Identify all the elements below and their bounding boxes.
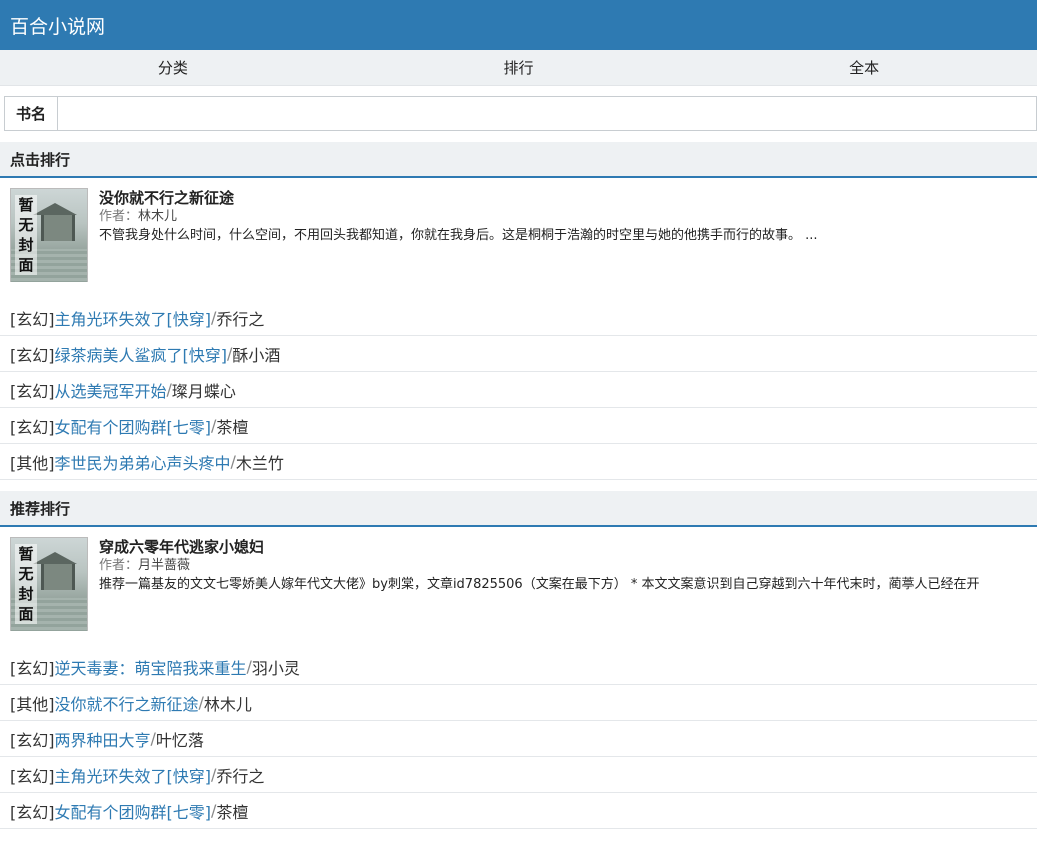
section-title-click-ranking: 点击排行 [0,142,1037,178]
nav-item-complete[interactable]: 全本 [691,50,1037,85]
list-item: [其他] 没你就不行之新征途 / 林木儿 [0,685,1037,721]
category-tag: [玄幻] [10,766,55,786]
book-title-link[interactable]: 两界种田大亨 [55,727,151,751]
list-item: [玄幻] 女配有个团购群[七零] / 茶檀 [0,408,1037,444]
list-item: [玄幻] 主角光环失效了[快穿] / 乔行之 [0,757,1037,793]
book-author: 茶檀 [216,417,249,437]
book-author: 茶檀 [216,802,249,822]
book-title-link[interactable]: 从选美冠军开始 [55,378,167,402]
featured-title[interactable]: 穿成六零年代逃家小媳妇 [99,537,1027,557]
cover-pavilion-body [41,215,75,241]
author-name: 林木儿 [138,209,178,224]
list-item: [玄幻] 绿茶病美人鲨疯了[快穿] / 酥小酒 [0,336,1037,372]
book-title-link[interactable]: 女配有个团购群[七零] [55,799,212,823]
category-tag: [玄幻] [10,730,55,750]
featured-book: 暂无封面 穿成六零年代逃家小媳妇 作者：月半蔷薇 推荐一篇基友的文文七零娇美人嫁… [0,527,1037,631]
list-item: [玄幻] 女配有个团购群[七零] / 茶檀 [0,793,1037,829]
main-nav: 分类 排行 全本 [0,50,1037,86]
book-title-link[interactable]: 主角光环失效了[快穿] [55,306,212,330]
cover-pavilion-roof [33,552,77,564]
book-author: 璨月蝶心 [171,381,236,401]
featured-author-line: 作者：月半蔷薇 [99,557,1027,575]
category-tag: [玄幻] [10,345,55,365]
book-author: 林木儿 [203,694,252,714]
author-label: 作者： [99,558,139,573]
book-author: 乔行之 [216,309,265,329]
author-label: 作者： [99,209,139,224]
book-author: 叶忆落 [155,730,204,750]
featured-book: 暂无封面 没你就不行之新征途 作者：林木儿 不管我身处什么时间，什么空间，不用回… [0,178,1037,282]
cover-placeholder-text: 暂无封面 [15,195,37,275]
author-name: 月半蔷薇 [138,558,191,573]
featured-title[interactable]: 没你就不行之新征途 [99,188,1027,208]
category-tag: [玄幻] [10,802,55,822]
nav-item-categories[interactable]: 分类 [0,50,346,85]
book-title-link[interactable]: 女配有个团购群[七零] [55,414,212,438]
search-input[interactable] [58,97,1036,130]
list-item: [其他] 李世民为弟弟心声头疼中 / 木兰竹 [0,444,1037,480]
category-tag: [其他] [10,453,55,473]
search-bar: 书名 [4,96,1037,131]
book-title-link[interactable]: 主角光环失效了[快穿] [55,763,212,787]
cover-pavilion-roof [33,203,77,215]
site-title[interactable]: 百合小说网 [10,12,105,39]
book-title-link[interactable]: 没你就不行之新征途 [55,691,199,715]
ranking-list-click: [玄幻] 主角光环失效了[快穿] / 乔行之 [玄幻] 绿茶病美人鲨疯了[快穿] / 酥小酒… [0,300,1037,480]
featured-info: 没你就不行之新征途 作者：林木儿 不管我身处什么时间，什么空间，不用回头我都知道… [99,188,1027,282]
featured-description: 推荐一篇基友的文文七零娇美人嫁年代文大佬》by刺棠，文章id7825506（文案… [99,577,980,592]
book-title-link[interactable]: 绿茶病美人鲨疯了[快穿] [55,342,228,366]
category-tag: [玄幻] [10,417,55,437]
list-item: [玄幻] 从选美冠军开始 / 璨月蝶心 [0,372,1037,408]
site-header: 百合小说网 [0,0,1037,50]
cover-placeholder-text: 暂无封面 [15,544,37,624]
book-author: 羽小灵 [251,658,300,678]
book-author: 乔行之 [216,766,265,786]
cover-pavilion-body [41,564,75,590]
book-title-link[interactable]: 李世民为弟弟心声头疼中 [55,450,231,474]
book-cover[interactable]: 暂无封面 [10,188,88,282]
list-item: [玄幻] 主角光环失效了[快穿] / 乔行之 [0,300,1037,336]
category-tag: [玄幻] [10,658,55,678]
nav-item-ranking[interactable]: 排行 [346,50,692,85]
category-tag: [玄幻] [10,309,55,329]
featured-author-line: 作者：林木儿 [99,208,1027,226]
list-item: [玄幻] 逆天毒妻：萌宝陪我来重生 / 羽小灵 [0,649,1037,685]
category-tag: [其他] [10,694,55,714]
list-item: [玄幻] 两界种田大亨 / 叶忆落 [0,721,1037,757]
featured-info: 穿成六零年代逃家小媳妇 作者：月半蔷薇 推荐一篇基友的文文七零娇美人嫁年代文大佬… [99,537,1027,631]
book-title-link[interactable]: 逆天毒妻：萌宝陪我来重生 [55,655,247,679]
ranking-list-recommend: [玄幻] 逆天毒妻：萌宝陪我来重生 / 羽小灵 [其他] 没你就不行之新征途 / 林木儿 [… [0,649,1037,829]
book-cover[interactable]: 暂无封面 [10,537,88,631]
search-label: 书名 [5,97,58,130]
category-tag: [玄幻] [10,381,55,401]
section-title-recommend-ranking: 推荐排行 [0,491,1037,527]
book-author: 酥小酒 [232,345,281,365]
featured-description: 不管我身处什么时间，什么空间，不用回头我都知道，你就在我身后。这是桐桐于浩瀚的时… [99,228,818,243]
book-author: 木兰竹 [235,453,284,473]
